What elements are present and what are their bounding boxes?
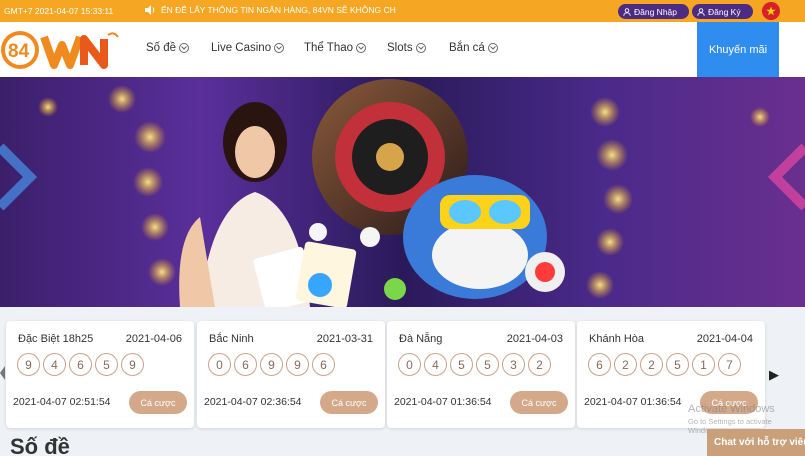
draw-time: 2021-04-07 01:36:54	[584, 396, 682, 408]
carousel-prev-icon[interactable]	[0, 366, 5, 380]
draw-time: 2021-04-07 01:36:54	[394, 396, 492, 408]
result-date: 2021-03-31	[316, 333, 373, 345]
result-date: 2021-04-03	[506, 333, 563, 345]
number-ball: 9	[17, 353, 40, 376]
number-ball: 3	[502, 353, 525, 376]
server-time: GMT+7 2021-04-07 15:33:11	[4, 6, 114, 16]
lottery-name: Bắc Ninh	[209, 333, 254, 345]
nav-item-so-de[interactable]: Số đề	[146, 42, 190, 54]
number-ball: 5	[450, 353, 473, 376]
number-ball: 9	[121, 353, 144, 376]
main-nav: 84 Số đề Live Casino Thể Thao Slots Bắn …	[0, 22, 805, 77]
register-button[interactable]: Đăng Ký	[692, 4, 753, 19]
chevron-down-icon	[274, 43, 285, 53]
number-ball: 5	[95, 353, 118, 376]
number-ball: 2	[640, 353, 663, 376]
result-card: Đà Nẵng 2021-04-03 0 4 5 5 3 2 2021-04-0…	[387, 321, 575, 428]
number-ball: 4	[424, 353, 447, 376]
nav-item-label: Số đề	[146, 42, 177, 54]
nav-item-label: Slots	[387, 42, 413, 54]
user-icon	[697, 7, 705, 16]
announcement-text: ỂN ĐỂ LẤY THÔNG TIN NGÂN HÀNG, 84VN SẼ K…	[161, 5, 396, 15]
nav-item-label: Bắn cá	[449, 42, 485, 54]
register-label: Đăng Ký	[708, 6, 741, 17]
hero-banner[interactable]	[0, 77, 805, 307]
result-numbers: 6 2 2 5 1 7	[588, 353, 741, 376]
number-ball: 2	[614, 353, 637, 376]
star-icon	[766, 6, 776, 16]
number-ball: 5	[476, 353, 499, 376]
nav-item-ban-ca[interactable]: Bắn cá	[449, 42, 498, 54]
result-numbers: 0 4 5 5 3 2	[398, 353, 551, 376]
bet-button[interactable]: Cá cược	[320, 391, 378, 414]
number-ball: 6	[234, 353, 257, 376]
number-ball: 1	[692, 353, 715, 376]
nav-item-label: Live Casino	[211, 42, 272, 54]
svg-text:84: 84	[8, 41, 30, 62]
draw-time: 2021-04-07 02:36:54	[204, 396, 302, 408]
lottery-name: Khánh Hòa	[589, 333, 645, 345]
chevron-down-icon	[356, 43, 367, 53]
announcement-marquee: ỂN ĐỂ LẤY THÔNG TIN NGÂN HÀNG, 84VN SẼ K…	[144, 4, 396, 16]
number-ball: 0	[398, 353, 421, 376]
lottery-name: Đặc Biệt 18h25	[18, 333, 94, 345]
nav-item-label: Thể Thao	[304, 42, 354, 54]
login-button[interactable]: Đăng Nhập	[618, 4, 689, 19]
number-ball: 6	[312, 353, 335, 376]
number-ball: 6	[69, 353, 92, 376]
result-date: 2021-04-04	[696, 333, 753, 345]
top-bar: GMT+7 2021-04-07 15:33:11 ỂN ĐỂ LẤY THÔN…	[0, 0, 805, 22]
number-ball: 2	[528, 353, 551, 376]
carousel-next-icon[interactable]: ▶	[769, 367, 779, 383]
result-card: Đặc Biệt 18h25 2021-04-06 9 4 6 5 9 2021…	[6, 321, 194, 428]
result-numbers: 9 4 6 5 9	[17, 353, 144, 376]
vietnam-flag-icon[interactable]	[762, 2, 780, 20]
draw-time: 2021-04-07 02:51:54	[13, 396, 111, 408]
nav-item-the-thao[interactable]: Thể Thao	[304, 42, 367, 54]
result-card: Bắc Ninh 2021-03-31 0 6 9 9 6 2021-04-07…	[197, 321, 385, 428]
lottery-name: Đà Nẵng	[399, 333, 443, 345]
promotions-button[interactable]: Khuyến mãi	[697, 22, 779, 77]
banner-artwork	[0, 79, 805, 307]
chevron-down-icon	[415, 43, 426, 53]
chevron-down-icon	[487, 43, 498, 53]
chevron-down-icon	[179, 43, 190, 53]
watermark-title: Activate Windows	[688, 403, 775, 415]
number-ball: 0	[208, 353, 231, 376]
speaker-icon	[145, 5, 155, 15]
result-date: 2021-04-06	[125, 333, 182, 345]
number-ball: 9	[260, 353, 283, 376]
bet-button[interactable]: Cá cược	[510, 391, 568, 414]
84vn-logo[interactable]: 84	[0, 27, 125, 72]
nav-item-slots[interactable]: Slots	[387, 42, 426, 54]
bet-button[interactable]: Cá cược	[129, 391, 187, 414]
result-numbers: 0 6 9 9 6	[208, 353, 335, 376]
number-ball: 6	[588, 353, 611, 376]
chat-support-button[interactable]: Chat với hỗ trợ viên	[707, 429, 805, 456]
nav-item-live-casino[interactable]: Live Casino	[211, 42, 285, 54]
number-ball: 5	[666, 353, 689, 376]
section-title: Số đề	[10, 434, 70, 456]
number-ball: 4	[43, 353, 66, 376]
number-ball: 9	[286, 353, 309, 376]
user-icon	[623, 7, 631, 16]
login-label: Đăng Nhập	[634, 6, 678, 17]
number-ball: 7	[718, 353, 741, 376]
